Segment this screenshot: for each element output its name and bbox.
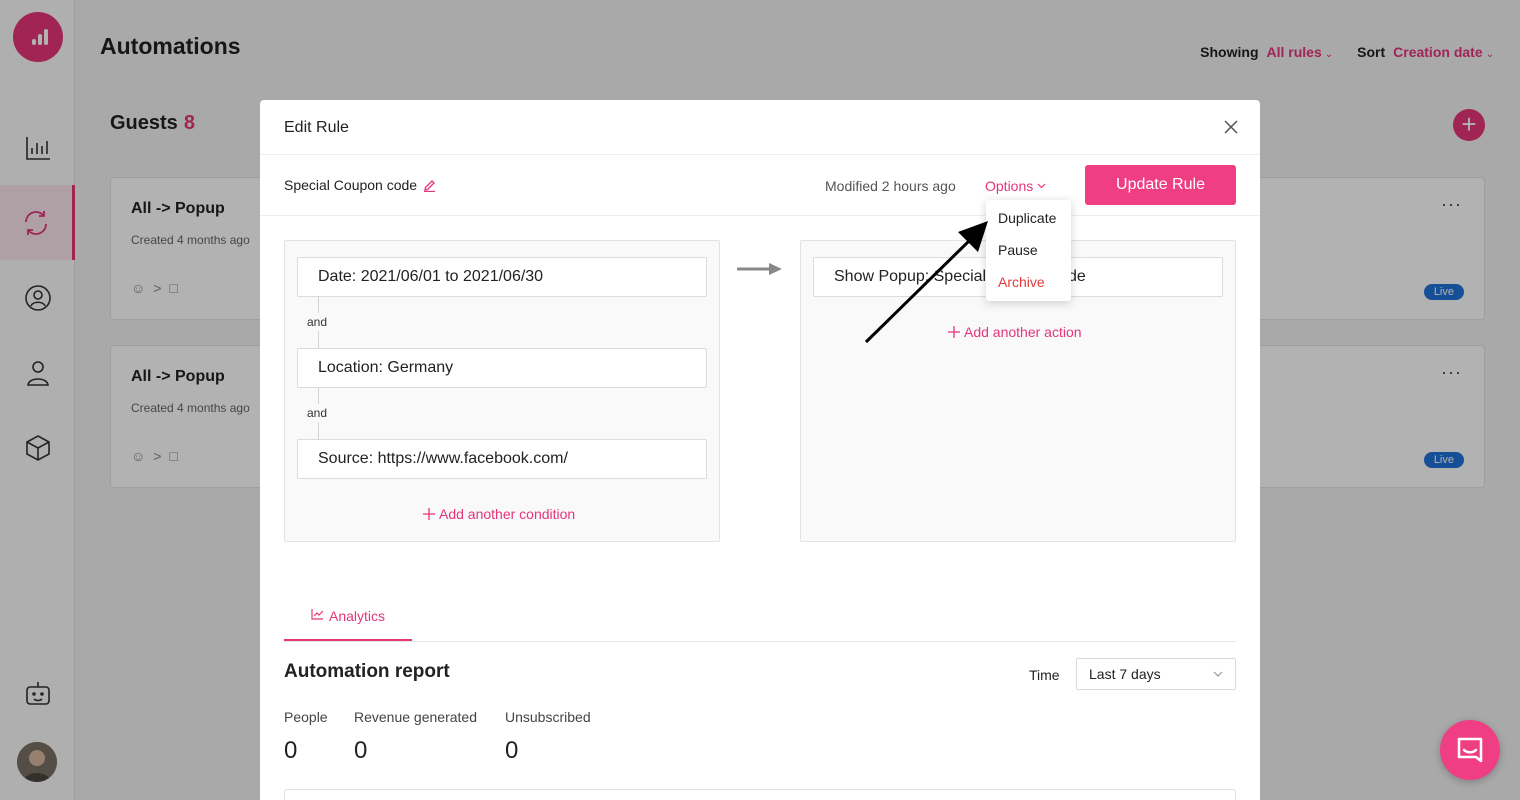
chat-launcher-button[interactable]: [1440, 720, 1500, 780]
annotation-arrow-icon: [864, 221, 988, 344]
chat-icon: [1457, 737, 1483, 763]
